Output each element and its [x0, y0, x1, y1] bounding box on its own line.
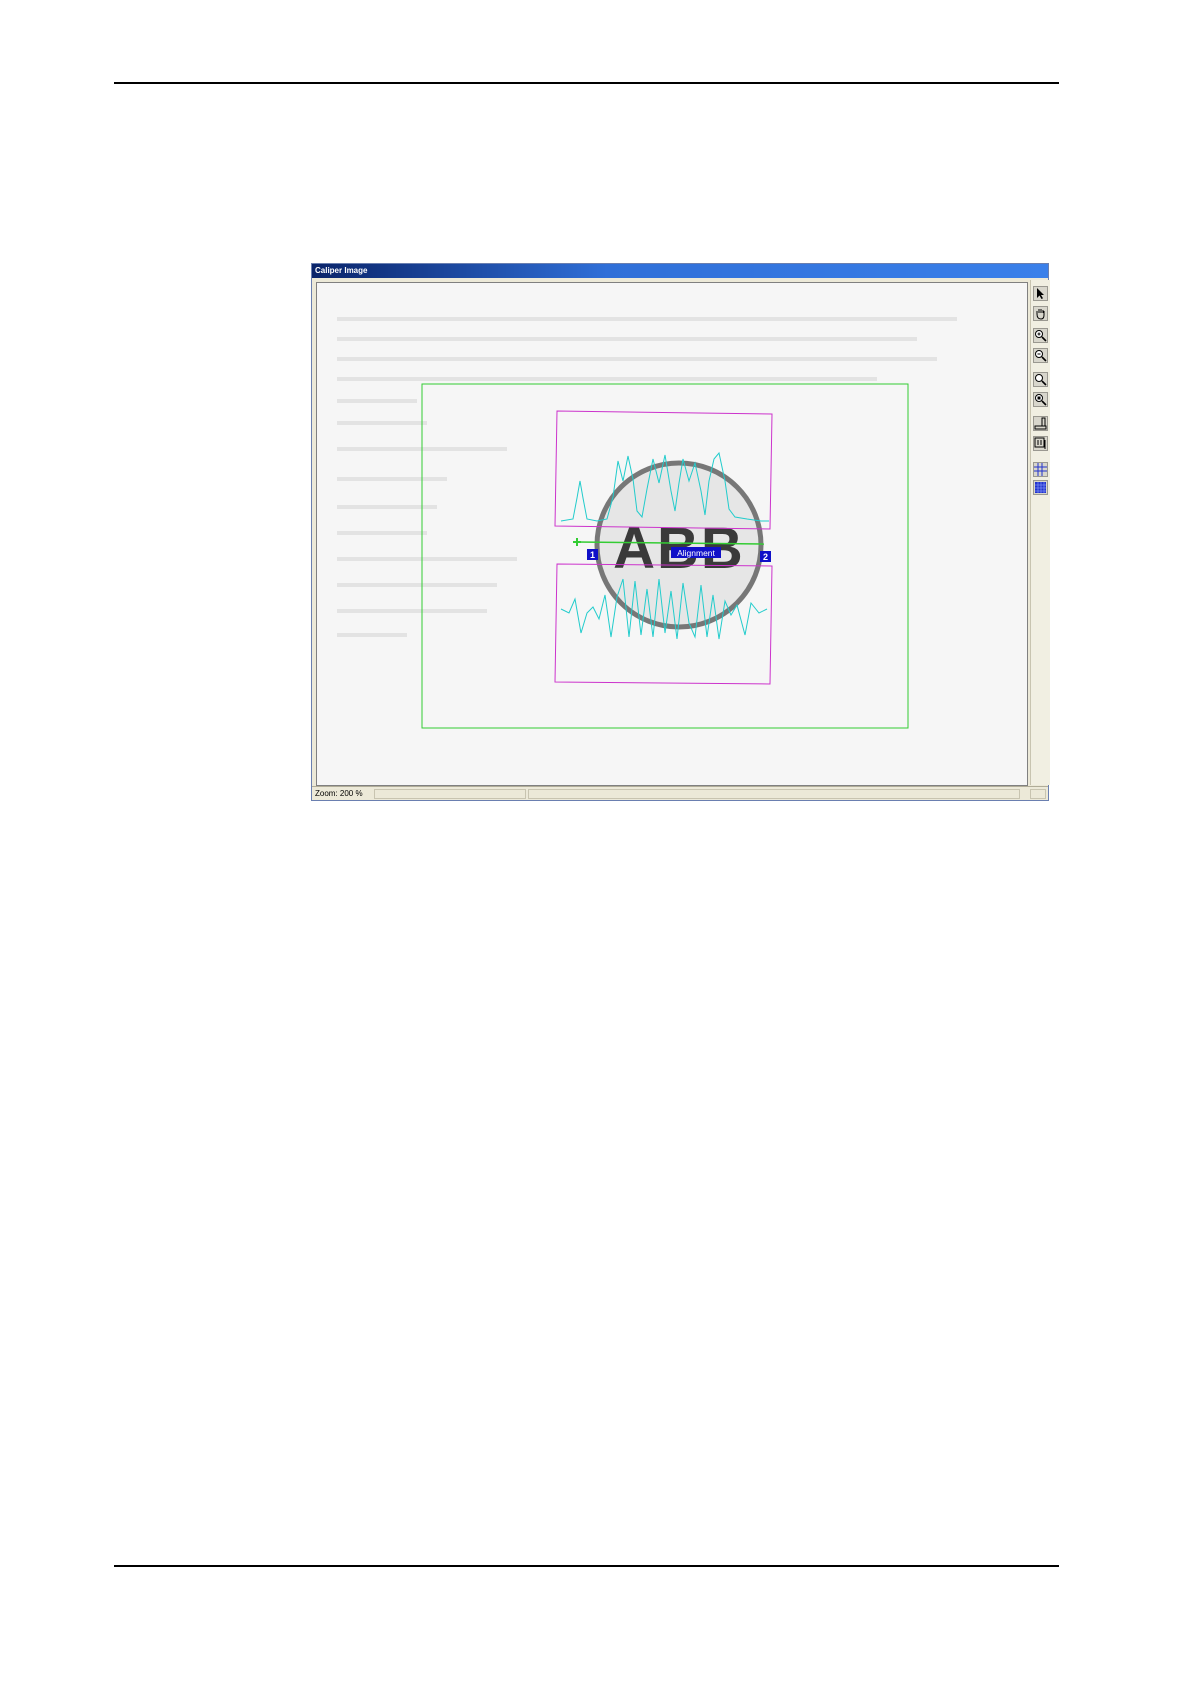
ruler-icon[interactable]	[1033, 416, 1048, 431]
alignment-label[interactable]: Alignment	[671, 547, 721, 558]
image-canvas[interactable]: ABB 1 Alignment	[316, 282, 1028, 786]
zoom-status: Zoom: 200 %	[315, 789, 363, 798]
alignment-label-text: Alignment	[677, 548, 715, 558]
caliper-2-label-text: 2	[763, 552, 768, 562]
zoom-fit-icon[interactable]	[1033, 372, 1048, 387]
caliper-image-window: Caliper Image 1 Alignment 2 Zoom: 200 %	[311, 263, 1050, 801]
resize-grip[interactable]	[1030, 789, 1046, 799]
zoom-actual-icon[interactable]	[1033, 392, 1048, 407]
grid-icon[interactable]	[1033, 462, 1048, 477]
vision-overlay: ABB 1 Alignment	[337, 317, 957, 729]
pointer-icon[interactable]	[1033, 286, 1048, 301]
header-rule	[114, 82, 1059, 84]
window-title: Caliper Image	[312, 264, 1048, 278]
caliper-1-label-text: 1	[590, 550, 595, 560]
zoom-out-icon[interactable]	[1033, 348, 1048, 363]
measure-icon[interactable]	[1033, 436, 1048, 451]
zoom-in-icon[interactable]	[1033, 328, 1048, 343]
status-pane	[528, 789, 1020, 799]
caliper-1-label[interactable]: 1	[587, 549, 598, 560]
tool-strip	[1030, 280, 1050, 785]
footer-rule	[114, 1565, 1059, 1567]
pan-hand-icon[interactable]	[1033, 306, 1048, 321]
caliper-2-label[interactable]: 2	[760, 551, 771, 562]
grid-dense-icon[interactable]	[1033, 480, 1048, 495]
status-bar: Zoom: 200 %	[312, 786, 1048, 800]
abb-logo: ABB	[594, 460, 764, 630]
status-pane	[374, 789, 526, 799]
